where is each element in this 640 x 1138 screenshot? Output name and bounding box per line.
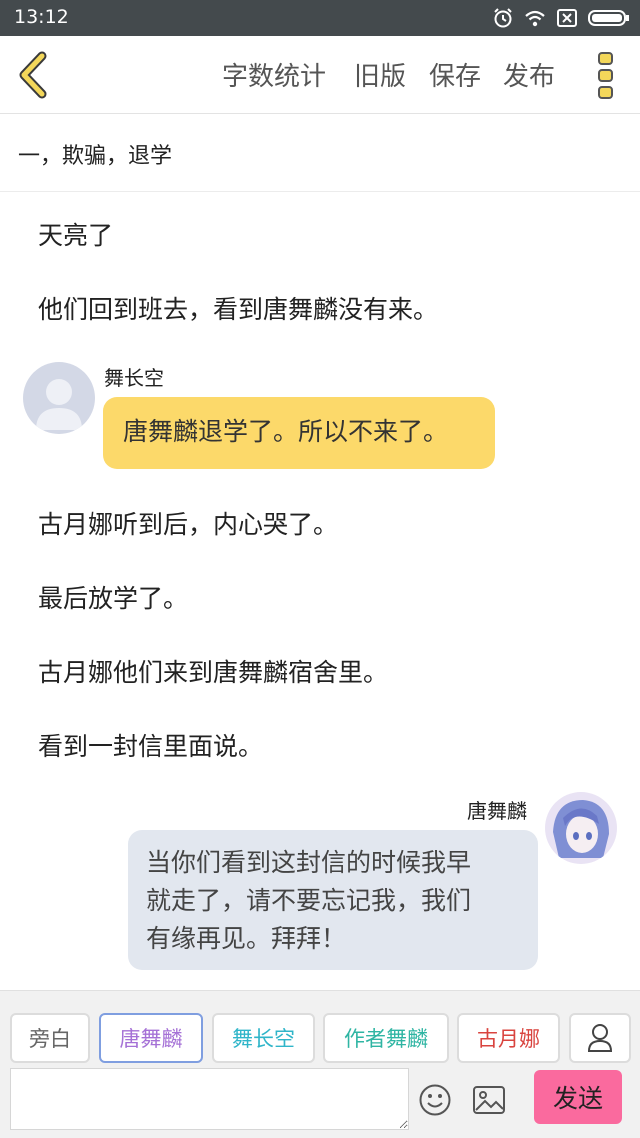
role-chip-narrator[interactable]: 旁白	[10, 1013, 90, 1063]
image-icon[interactable]	[472, 1083, 506, 1117]
speaker-name: 唐舞麟	[467, 799, 527, 823]
composer-panel: 旁白 唐舞麟 舞长空 作者舞麟 古月娜 发送	[0, 990, 640, 1138]
dialogue-bubble[interactable]: 唐舞麟退学了。所以不来了。	[103, 397, 495, 469]
narration-line[interactable]: 古月娜他们来到唐舞麟宿舍里。	[38, 653, 388, 689]
status-time: 13:12	[14, 6, 69, 28]
add-role-button[interactable]	[569, 1013, 631, 1063]
role-chip-author[interactable]: 作者舞麟	[323, 1013, 449, 1063]
save-button[interactable]: 保存	[429, 56, 481, 93]
narration-line[interactable]: 他们回到班去，看到唐舞麟没有来。	[38, 290, 438, 326]
dialogue-bubble[interactable]: 当你们看到这封信的时候我早 就走了，请不要忘记我，我们 有缘再见。拜拜！	[128, 830, 538, 970]
send-button[interactable]: 发送	[534, 1070, 622, 1124]
publish-button[interactable]: 发布	[503, 56, 555, 93]
old-version-button[interactable]: 旧版	[354, 56, 406, 93]
wifi-icon	[525, 10, 545, 27]
role-chip-gu-yuena[interactable]: 古月娜	[457, 1013, 560, 1063]
role-chip-wu-changkong[interactable]: 舞长空	[212, 1013, 315, 1063]
bubble-line: 当你们看到这封信的时候我早	[146, 848, 472, 877]
back-icon[interactable]	[12, 50, 58, 100]
avatar[interactable]	[23, 362, 95, 434]
narration-line[interactable]: 古月娜听到后，内心哭了。	[38, 505, 338, 541]
narration-line[interactable]: 天亮了	[38, 216, 113, 252]
more-menu-icon[interactable]	[590, 50, 622, 102]
bubble-line: 有缘再见。拜拜！	[146, 924, 347, 953]
role-chip-tang-wulin[interactable]: 唐舞麟	[99, 1013, 203, 1063]
narration-line[interactable]: 最后放学了。	[38, 579, 188, 615]
narration-line[interactable]: 看到一封信里面说。	[38, 727, 263, 763]
avatar[interactable]	[545, 792, 617, 864]
status-icons	[492, 6, 630, 30]
character-avatar-icon	[545, 792, 617, 864]
alarm-icon	[494, 8, 512, 28]
word-count-button[interactable]: 字数统计	[222, 56, 326, 93]
emoji-icon[interactable]	[418, 1083, 452, 1117]
bubble-line: 就走了，请不要忘记我，我们	[146, 886, 472, 915]
message-input[interactable]	[10, 1068, 409, 1130]
person-icon	[587, 1024, 613, 1052]
battery-icon	[588, 10, 629, 26]
speaker-name: 舞长空	[104, 366, 164, 390]
default-avatar-icon	[23, 362, 95, 434]
editor-toolbar: 字数统计 旧版 保存 发布	[0, 36, 640, 114]
sim-icon	[557, 9, 577, 27]
status-bar: 13:12	[0, 0, 640, 36]
chapter-title[interactable]: 一，欺骗，退学	[0, 114, 640, 192]
